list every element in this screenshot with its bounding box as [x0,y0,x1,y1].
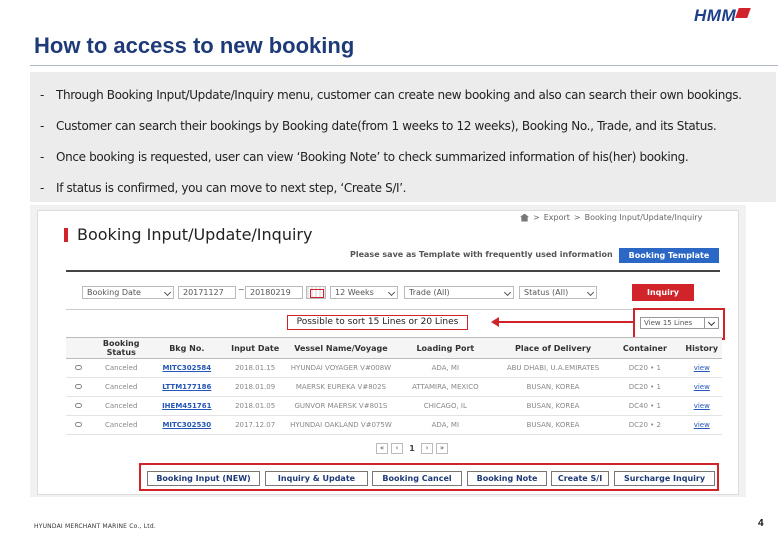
cell-delivery: ABU DHABI, U.A.EMIRATES [497,358,609,378]
arrow-left-icon [491,317,499,327]
annotation-arrow [498,321,634,323]
to-date-input[interactable]: 20180219 [245,286,303,299]
slide-title: How to access to new booking [34,33,355,58]
col-booking-status[interactable]: Booking Status [90,337,153,359]
trade-select[interactable]: Trade (All) [404,286,514,299]
col-history: History [681,337,722,359]
date-type-select[interactable]: Booking Date [82,286,174,299]
logo-flag-icon [735,8,751,18]
footer-company: HYUNDAI MERCHANT MARINE Co., Ltd. [34,523,156,530]
last-page-button[interactable]: » [436,443,448,454]
cell-container: DC20 • 1 [608,358,682,378]
history-view-link[interactable]: view [681,358,722,378]
cell-pol: CHICAGO, IL [392,396,498,416]
chevron-down-icon [503,288,512,297]
cell-delivery: BUSAN, KOREA [497,396,609,416]
table-row[interactable]: Canceled MITC302530 2017.12.07 HYUNDAI O… [66,415,722,435]
view-lines-select[interactable]: View 15 Lines [640,317,719,329]
chevron-down-icon [163,288,172,297]
col-vessel[interactable]: Vessel Name/Voyage [289,337,393,359]
col-loading-port[interactable]: Loading Port [392,337,498,359]
breadcrumb-current: Booking Input/Update/Inquiry [584,213,703,222]
cell-status: Canceled [90,396,153,416]
inquiry-button[interactable]: Inquiry [632,284,694,301]
col-container[interactable]: Container [608,337,682,359]
breadcrumb-export[interactable]: Export [544,213,570,222]
cell-vessel: HYUNDAI VOYAGER V#008W [289,358,393,378]
booking-note-button[interactable]: Booking Note [467,471,547,486]
chevron-down-icon [704,318,718,328]
create-si-button[interactable]: Create S/I [551,471,609,486]
pagination: « ‹ 1 › » [376,443,448,454]
bullet-item: - Through Booking Input/Update/Inquiry me… [40,88,742,102]
cell-bkg-link[interactable]: MITC302584 [152,358,222,378]
date-range-separator: ~ [238,285,245,294]
row-radio[interactable] [74,365,82,370]
col-input-date[interactable]: Input Date [221,337,290,359]
cell-vessel: MAERSK EUREKA V#802S [289,377,393,397]
booking-table: Booking Status Bkg No. Input Date Vessel… [66,337,722,435]
cell-vessel: GUNVOR MAERSK V#801S [289,396,393,416]
row-radio[interactable] [74,422,82,427]
cell-pol: ATTAMIRA, MEXICO [392,377,498,397]
cell-status: Canceled [90,358,153,378]
col-select [66,337,91,359]
first-page-button[interactable]: « [376,443,388,454]
title-divider [30,65,778,66]
cell-date: 2018.01.09 [221,377,290,397]
from-date-input[interactable]: 20171127 [178,286,236,299]
table-row[interactable]: Canceled IHEM451761 2018.01.05 GUNVOR MA… [66,396,722,416]
table-header-row: Booking Status Bkg No. Input Date Vessel… [66,337,722,359]
history-view-link[interactable]: view [681,377,722,397]
inquiry-update-button[interactable]: Inquiry & Update [265,471,368,486]
prev-page-button[interactable]: ‹ [391,443,403,454]
table-row[interactable]: Canceled MITC302584 2018.01.15 HYUNDAI V… [66,358,722,378]
chevron-down-icon [586,288,595,297]
chevron-down-icon [387,288,396,297]
cell-bkg-link[interactable]: LTTM177186 [152,377,222,397]
page-title: Booking Input/Update/Inquiry [64,225,312,244]
calendar-icon[interactable] [306,286,326,299]
cell-delivery: BUSAN, KOREA [497,415,609,435]
cell-date: 2018.01.05 [221,396,290,416]
cell-status: Canceled [90,415,153,435]
page-number: 4 [758,518,764,529]
history-view-link[interactable]: view [681,396,722,416]
range-select[interactable]: 12 Weeks [330,286,398,299]
row-radio[interactable] [74,384,82,389]
row-radio[interactable] [74,403,82,408]
cell-bkg-link[interactable]: MITC302530 [152,415,222,435]
booking-input-new-button[interactable]: Booking Input (NEW) [147,471,260,486]
cell-container: DC20 • 2 [608,415,682,435]
bullet-list: - Through Booking Input/Update/Inquiry me… [30,72,776,202]
booking-template-button[interactable]: Booking Template [619,248,719,263]
cell-date: 2017.12.07 [221,415,290,435]
next-page-button[interactable]: › [421,443,433,454]
hmm-logo: HMM [694,6,751,26]
cell-date: 2018.01.15 [221,358,290,378]
home-icon[interactable] [520,213,529,222]
surcharge-inquiry-button[interactable]: Surcharge Inquiry [614,471,715,486]
cell-container: DC40 • 1 [608,396,682,416]
cell-container: DC20 • 1 [608,377,682,397]
booking-cancel-button[interactable]: Booking Cancel [372,471,462,486]
bullet-item: - Customer can search their bookings by B… [40,119,717,133]
cell-bkg-link[interactable]: IHEM451761 [152,396,222,416]
status-select[interactable]: Status (All) [519,286,597,299]
breadcrumb: > Export > Booking Input/Update/Inquiry [520,213,702,222]
title-marker [64,227,68,242]
sort-annotation: Possible to sort 15 Lines or 20 Lines [287,315,468,330]
cell-status: Canceled [90,377,153,397]
cell-pol: ADA, MI [392,358,498,378]
cell-pol: ADA, MI [392,415,498,435]
col-place-of-delivery[interactable]: Place of Delivery [497,337,609,359]
col-bkg-no[interactable]: Bkg No. [152,337,222,359]
bullet-item: - Once booking is requested, user can vie… [40,150,689,164]
cell-vessel: HYUNDAI OAKLAND V#075W [289,415,393,435]
cell-delivery: BUSAN, KOREA [497,377,609,397]
history-view-link[interactable]: view [681,415,722,435]
template-message: Please save as Template with frequently … [350,250,613,259]
table-row[interactable]: Canceled LTTM177186 2018.01.09 MAERSK EU… [66,377,722,397]
current-page[interactable]: 1 [406,444,418,453]
